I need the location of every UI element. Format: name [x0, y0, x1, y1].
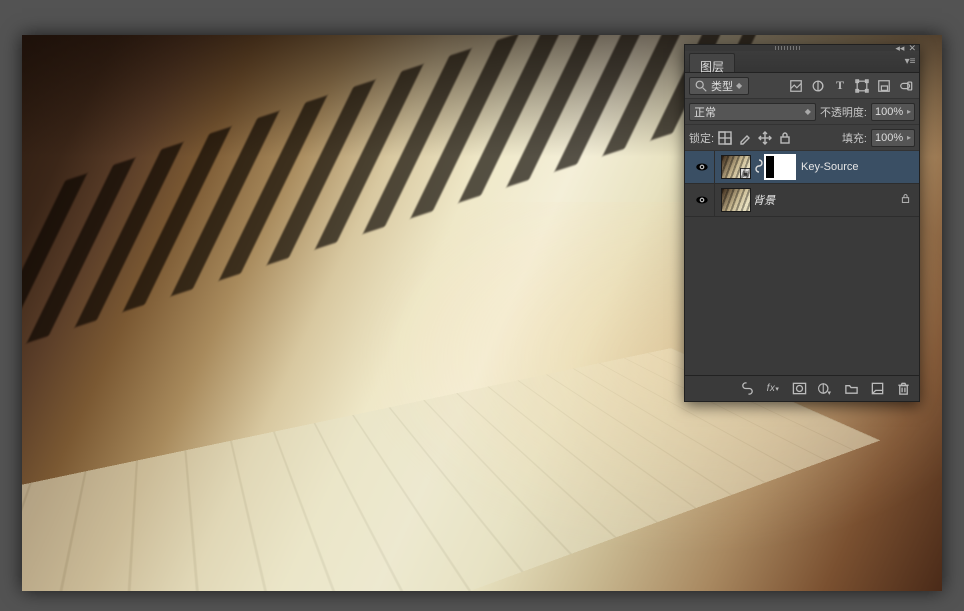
new-layer-icon[interactable]: [869, 381, 885, 397]
layer-style-button[interactable]: fx▾: [765, 381, 781, 397]
chevron-right-icon: ▸: [907, 133, 911, 142]
eye-icon: [695, 160, 709, 174]
filter-kind-label: 类型: [711, 78, 733, 94]
opacity-value: 100%: [875, 106, 903, 118]
blend-mode-select[interactable]: 正常 ◆: [689, 103, 816, 121]
lock-all-icon[interactable]: [778, 131, 792, 145]
lock-position-icon[interactable]: [758, 131, 772, 145]
lock-buttons: [718, 131, 792, 145]
new-adjustment-icon[interactable]: ▾: [817, 381, 833, 397]
filter-pixel-icon[interactable]: [787, 77, 805, 95]
opacity-label: 不透明度:: [820, 104, 867, 120]
grip-dots: [775, 46, 801, 50]
tab-layers[interactable]: 图层: [689, 53, 735, 72]
filter-toggle[interactable]: [897, 77, 915, 95]
layer-mask-thumbnail[interactable]: [765, 155, 795, 179]
filter-kind-select[interactable]: 类型 ◆: [689, 77, 749, 95]
visibility-toggle[interactable]: [689, 184, 715, 216]
add-mask-icon[interactable]: [791, 381, 807, 397]
link-layers-icon[interactable]: [739, 381, 755, 397]
chevron-down-icon: ◆: [805, 107, 811, 116]
filter-type-icon[interactable]: T: [831, 77, 849, 95]
lock-pixels-icon[interactable]: [738, 131, 752, 145]
layer-thumbnail[interactable]: ▣: [721, 155, 751, 179]
layer-filter-row: 类型 ◆ T: [685, 73, 919, 99]
panel-tabs: 图层 ▾≡: [685, 51, 919, 73]
layer-name[interactable]: Key-Source: [801, 161, 915, 173]
layer-list: ▣ Key-Source 背景: [685, 151, 919, 375]
filter-shape-icon[interactable]: [853, 77, 871, 95]
delete-layer-icon[interactable]: [895, 381, 911, 397]
lock-transparent-icon[interactable]: [718, 131, 732, 145]
fill-label: 填充:: [842, 130, 867, 146]
mask-link-icon[interactable]: [753, 159, 765, 176]
opacity-input[interactable]: 100% ▸: [871, 103, 915, 121]
visibility-toggle[interactable]: [689, 151, 715, 183]
blend-mode-value: 正常: [694, 104, 716, 120]
panel-footer: fx▾ ▾: [685, 375, 919, 401]
panel-menu-icon[interactable]: ▾≡: [901, 51, 919, 72]
layer-name[interactable]: 背景: [753, 192, 900, 208]
eye-icon: [695, 193, 709, 207]
blend-opacity-row: 正常 ◆ 不透明度: 100% ▸: [685, 99, 919, 125]
fill-input[interactable]: 100% ▸: [871, 129, 915, 147]
layer-thumbnail[interactable]: [721, 188, 751, 212]
smart-object-badge-icon: ▣: [740, 168, 751, 179]
layers-panel: ◂◂ ✕ 图层 ▾≡ 类型 ◆ T 正常: [684, 44, 920, 402]
filter-adjust-icon[interactable]: [809, 77, 827, 95]
fill-value: 100%: [875, 132, 903, 144]
layer-row[interactable]: ▣ Key-Source: [685, 151, 919, 184]
new-group-icon[interactable]: [843, 381, 859, 397]
lock-fill-row: 锁定: 填充: 100% ▸: [685, 125, 919, 151]
lock-icon: [900, 193, 915, 207]
search-icon: [694, 79, 708, 93]
layer-row[interactable]: 背景: [685, 184, 919, 217]
chevron-down-icon: ◆: [736, 81, 742, 90]
lock-label: 锁定:: [689, 130, 714, 146]
chevron-right-icon: ▸: [907, 107, 911, 116]
filter-smart-icon[interactable]: [875, 77, 893, 95]
